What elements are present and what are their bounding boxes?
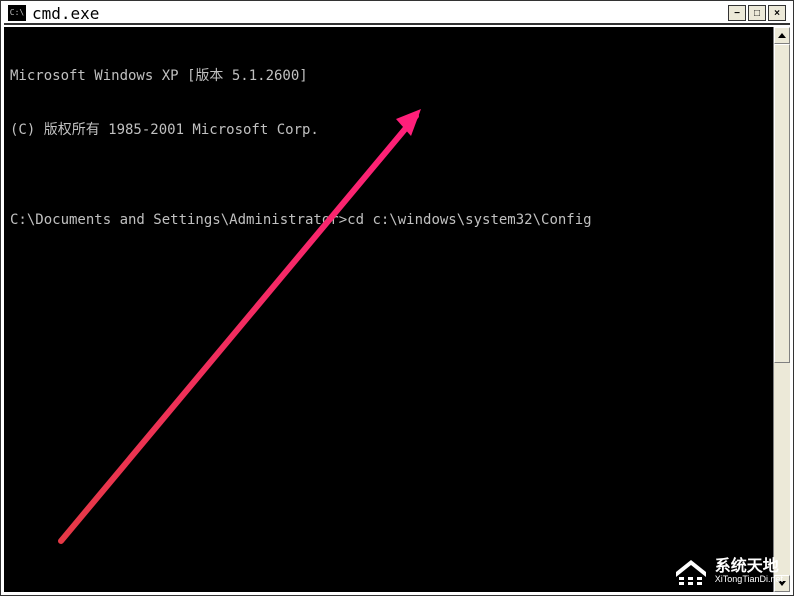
window-frame: C:\ cmd.exe − □ × Microsoft Windows XP […	[0, 0, 794, 596]
watermark-text: 系统天地 XiTongTianDi.net	[715, 559, 783, 584]
chevron-up-icon	[778, 33, 786, 38]
watermark: 系统天地 XiTongTianDi.net	[671, 555, 783, 587]
watermark-title: 系统天地	[715, 559, 783, 575]
scroll-track[interactable]	[774, 44, 790, 575]
console-line-command: C:\Documents and Settings\Administrator>…	[10, 211, 767, 229]
watermark-url: XiTongTianDi.net	[715, 575, 783, 584]
maximize-icon: □	[754, 8, 760, 19]
watermark-logo-icon	[671, 555, 711, 587]
console-line-copyright: (C) 版权所有 1985-2001 Microsoft Corp.	[10, 121, 767, 139]
console-line-version: Microsoft Windows XP [版本 5.1.2600]	[10, 67, 767, 85]
close-icon: ×	[774, 8, 780, 19]
cmd-icon: C:\	[8, 5, 26, 21]
window-controls: − □ ×	[728, 5, 786, 21]
cmd-icon-text: C:\	[10, 9, 24, 17]
minimize-icon: −	[734, 8, 740, 19]
console-typed-command: cd c:\windows\system32\Config	[347, 212, 591, 228]
maximize-button[interactable]: □	[748, 5, 766, 21]
console-area: Microsoft Windows XP [版本 5.1.2600] (C) 版…	[4, 27, 790, 592]
console-prompt: C:\Documents and Settings\Administrator>	[10, 212, 347, 228]
vertical-scrollbar[interactable]	[773, 27, 790, 592]
minimize-button[interactable]: −	[728, 5, 746, 21]
close-button[interactable]: ×	[768, 5, 786, 21]
titlebar[interactable]: C:\ cmd.exe − □ ×	[4, 3, 790, 25]
console-content[interactable]: Microsoft Windows XP [版本 5.1.2600] (C) 版…	[4, 27, 773, 592]
window-title: cmd.exe	[32, 4, 728, 23]
scroll-up-button[interactable]	[774, 27, 790, 44]
scroll-thumb[interactable]	[774, 44, 790, 363]
